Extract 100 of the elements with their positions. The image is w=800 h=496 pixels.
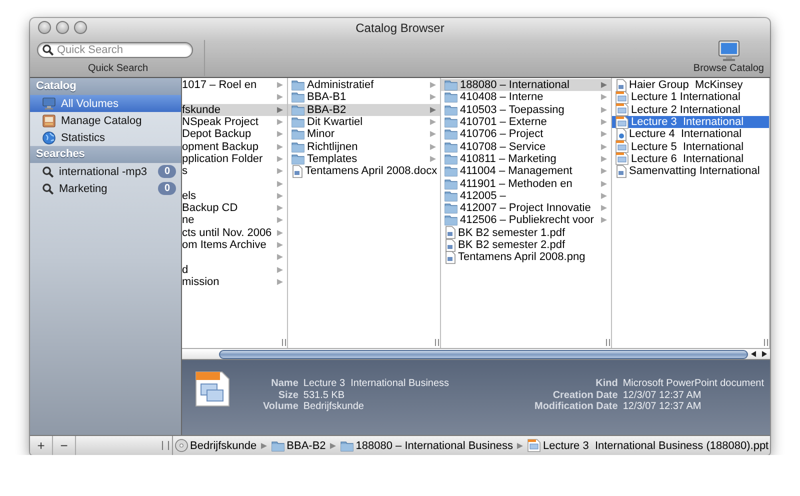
field-value: 531.5 KB xyxy=(303,390,346,401)
field-label: Modification Date xyxy=(534,401,618,412)
sidebar-item[interactable]: international -mp3 0 xyxy=(30,163,181,180)
resize-handle[interactable] xyxy=(282,339,286,346)
presentation-icon xyxy=(615,116,629,129)
document-icon xyxy=(615,164,627,178)
folder-icon xyxy=(444,178,458,190)
zoom-button[interactable] xyxy=(74,21,87,34)
file-row[interactable]: mission xyxy=(182,276,287,288)
field-value: Microsoft PowerPoint document xyxy=(622,378,764,390)
file-row[interactable]: BBA-B2 xyxy=(288,104,440,116)
file-row[interactable]: Haier Group McKinsey xyxy=(612,79,769,92)
file-row[interactable]: Minor xyxy=(288,128,440,140)
file-row[interactable]: Backup CD xyxy=(182,202,287,214)
sidebar-item[interactable]: Manage Catalog xyxy=(30,112,181,129)
file-row[interactable]: Tentamens April 2008.docx xyxy=(288,165,440,178)
file-row[interactable]: opment Backup xyxy=(182,140,287,153)
file-row[interactable]: Depot Backup xyxy=(182,128,287,140)
resize-handle[interactable] xyxy=(435,339,439,346)
file-row[interactable]: Lecture 4 International xyxy=(612,128,769,140)
file-row[interactable]: Lecture 2 International xyxy=(612,104,769,116)
file-row[interactable]: 411004 – Management xyxy=(441,165,611,178)
count-badge: 0 xyxy=(158,165,176,178)
path-item[interactable]: 188080 – International Business xyxy=(340,440,513,452)
file-row[interactable]: Tentamens April 2008.png xyxy=(441,251,611,264)
folder-icon xyxy=(444,104,458,116)
search-icon xyxy=(42,44,54,56)
folder-icon xyxy=(444,79,458,92)
file-row[interactable]: Samenvatting International xyxy=(612,165,769,178)
count-badge: 0 xyxy=(158,182,176,195)
resize-handle[interactable] xyxy=(764,339,768,346)
path-item[interactable]: BBA-B2 xyxy=(270,440,326,452)
folder-icon xyxy=(340,440,354,452)
folder-icon xyxy=(444,116,458,128)
close-button[interactable] xyxy=(38,21,51,34)
file-row[interactable]: 412007 – Project Innovatie xyxy=(441,202,611,214)
window-title: Catalog Browser xyxy=(354,21,446,35)
file-row[interactable]: BK B2 semester 1.pdf xyxy=(441,226,611,239)
folder-icon xyxy=(291,152,305,165)
field-value: Bedrijfskunde xyxy=(303,401,365,412)
file-row[interactable]: 412005 – xyxy=(441,190,611,202)
field-label: Volume xyxy=(263,401,298,412)
file-row[interactable]: 411901 – Methoden en xyxy=(441,177,611,190)
file-row[interactable]: ne xyxy=(182,214,287,227)
document-icon xyxy=(444,238,456,252)
minimize-button[interactable] xyxy=(56,21,69,34)
remove-button[interactable]: − xyxy=(53,436,76,455)
file-row[interactable]: Richtlijnen xyxy=(288,140,440,153)
search-icon xyxy=(42,182,54,194)
folder-icon xyxy=(444,202,458,214)
search-label: Quick Search xyxy=(88,63,148,74)
folder-icon xyxy=(291,79,305,92)
file-row[interactable]: Dit Kwartiel xyxy=(288,116,440,128)
folder-icon xyxy=(444,190,458,202)
section-header: Catalog xyxy=(30,78,181,95)
resize-handle[interactable] xyxy=(606,339,610,346)
add-button[interactable]: + xyxy=(30,436,53,455)
search-field[interactable]: Quick Search xyxy=(37,42,193,58)
sidebar-item[interactable]: All Volumes xyxy=(30,95,181,112)
folder-icon xyxy=(291,104,305,116)
file-row[interactable]: els xyxy=(182,190,287,202)
file-row[interactable]: Lecture 6 International xyxy=(612,152,769,166)
folder-icon xyxy=(444,140,458,153)
file-row[interactable]: om Items Archive xyxy=(182,238,287,252)
monitor-icon xyxy=(42,97,56,110)
file-row[interactable]: 410811 – Marketing xyxy=(441,152,611,166)
file-row[interactable]: 410706 – Project xyxy=(441,128,611,140)
file-row[interactable]: 410408 – Interne xyxy=(441,91,611,104)
disc-icon xyxy=(175,439,188,452)
file-row[interactable]: BK B2 semester 2.pdf xyxy=(441,238,611,252)
section-header: Searches xyxy=(30,146,181,163)
field-label: Name xyxy=(270,378,298,390)
path-item[interactable]: Lecture 3 International Business (188080).ppt xyxy=(526,439,769,452)
file-row[interactable]: d xyxy=(182,263,287,276)
file-row[interactable]: 410503 – Toepassing xyxy=(441,104,611,116)
folder-icon xyxy=(444,91,458,104)
file-row[interactable]: 1017 – Roel en xyxy=(182,79,287,92)
folder-icon xyxy=(270,440,285,452)
file-row[interactable]: cts until Nov. 2006 xyxy=(182,226,287,239)
path-item[interactable]: Bedrijfskunde xyxy=(175,439,257,452)
document-icon xyxy=(291,164,303,178)
presentation-icon xyxy=(615,140,629,154)
file-row[interactable]: Lecture 1 International xyxy=(612,91,769,104)
splitter-handle[interactable] xyxy=(162,441,169,450)
field-value: 12/3/07 12:37 AM xyxy=(622,390,702,401)
folder-icon xyxy=(444,128,458,140)
presentation-icon xyxy=(615,152,629,166)
presentation-icon xyxy=(526,439,541,452)
browse-catalog-button[interactable]: Browse Catalog xyxy=(693,40,764,74)
presentation-icon xyxy=(615,90,629,104)
file-row[interactable]: pplication Folder xyxy=(182,152,287,166)
file-row[interactable]: 188080 – International xyxy=(441,79,611,92)
scrollbar-thumb[interactable] xyxy=(219,350,748,358)
file-row[interactable]: fskunde xyxy=(182,104,287,116)
sidebar-item[interactable]: Statistics xyxy=(30,129,181,146)
sidebar-item[interactable]: Marketing 0 xyxy=(30,180,181,197)
file-row[interactable]: Lecture 3 International xyxy=(612,116,769,128)
file-row[interactable]: Lecture 5 International xyxy=(612,140,769,153)
file-row[interactable]: 410708 – Service xyxy=(441,140,611,153)
file-row[interactable]: s xyxy=(182,165,287,178)
